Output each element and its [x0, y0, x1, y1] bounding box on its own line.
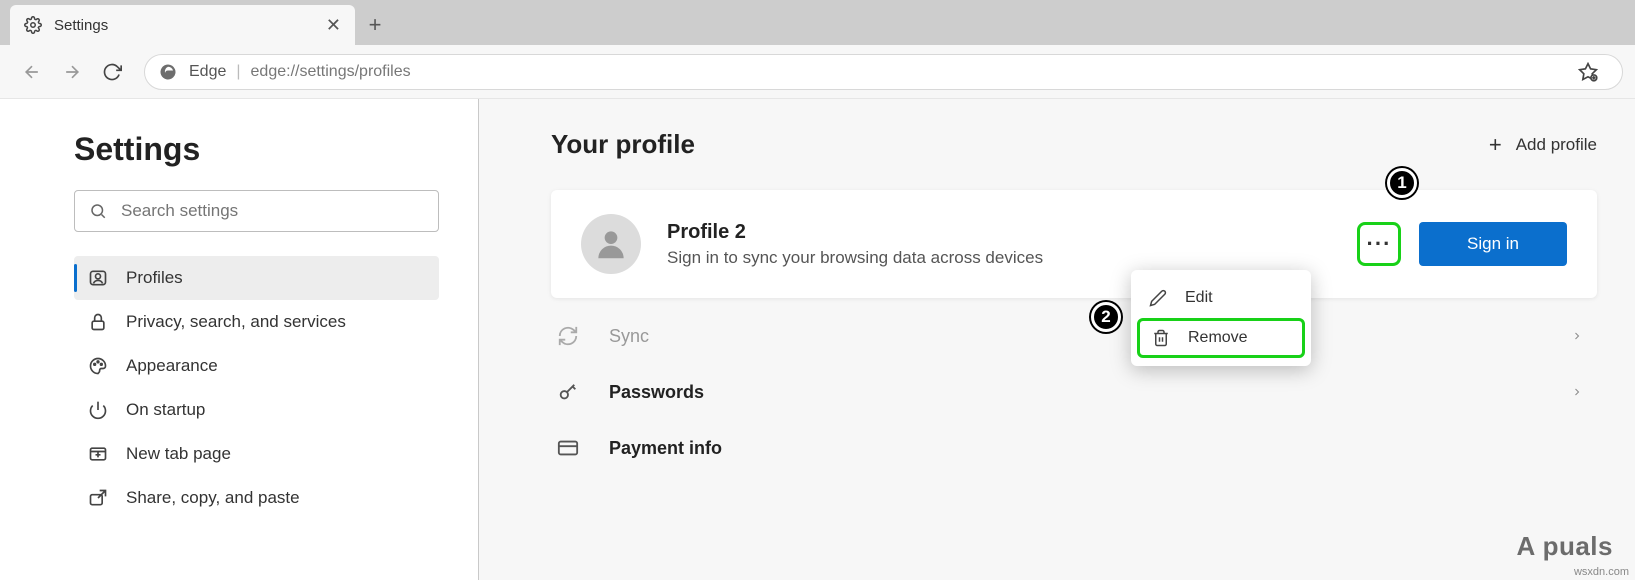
profile-context-menu: Edit Remove: [1131, 270, 1311, 366]
pencil-icon: [1149, 289, 1167, 307]
search-input[interactable]: [121, 201, 424, 221]
profile-card: Profile 2 Sign in to sync your browsing …: [551, 190, 1597, 298]
favorite-button[interactable]: [1568, 52, 1608, 92]
setting-sync-label: Sync: [609, 326, 1571, 347]
close-tab-button[interactable]: ✕: [326, 15, 341, 36]
chevron-right-icon: [1571, 330, 1583, 342]
address-url: edge://settings/profiles: [251, 63, 411, 81]
setting-payment-label: Payment info: [609, 438, 1583, 459]
chevron-right-icon: [1571, 386, 1583, 398]
sidebar-item-label: Profiles: [126, 268, 183, 288]
menu-remove-label: Remove: [1188, 329, 1248, 347]
palette-icon: [88, 356, 108, 376]
annotation-badge-1: 1: [1387, 168, 1417, 198]
add-profile-button[interactable]: + Add profile: [1489, 132, 1597, 158]
setting-passwords[interactable]: Passwords: [551, 364, 1597, 420]
sidebar-item-startup[interactable]: On startup: [74, 388, 439, 432]
lock-icon: [88, 312, 108, 332]
more-options-button[interactable]: ···: [1357, 222, 1401, 266]
page-title: Your profile: [551, 129, 695, 160]
sidebar-item-label: Privacy, search, and services: [126, 312, 346, 332]
sidebar-item-share[interactable]: Share, copy, and paste: [74, 476, 439, 520]
card-icon: [557, 437, 579, 459]
search-settings-box[interactable]: [74, 190, 439, 232]
menu-edit[interactable]: Edit: [1137, 278, 1305, 318]
main-pane: Your profile + Add profile Profile 2 Sig…: [479, 99, 1635, 580]
main-header: Your profile + Add profile: [551, 129, 1597, 160]
plus-icon: +: [1489, 132, 1502, 158]
sidebar-item-label: Share, copy, and paste: [126, 488, 300, 508]
menu-edit-label: Edit: [1185, 289, 1213, 307]
refresh-button[interactable]: [92, 52, 132, 92]
address-separator: |: [236, 63, 240, 81]
sidebar-item-label: Appearance: [126, 356, 218, 376]
search-icon: [89, 202, 107, 220]
sidebar-item-profiles[interactable]: Profiles: [74, 256, 439, 300]
settings-sidebar: Settings Profiles Privacy, search, and s…: [0, 99, 479, 580]
address-bar[interactable]: Edge | edge://settings/profiles: [144, 54, 1623, 90]
back-button[interactable]: [12, 52, 52, 92]
trash-icon: [1152, 329, 1170, 347]
sidebar-item-newtab[interactable]: New tab page: [74, 432, 439, 476]
power-icon: [88, 400, 108, 420]
new-tab-icon: [88, 444, 108, 464]
source-watermark: wsxdn.com: [1574, 566, 1629, 578]
signin-button[interactable]: Sign in: [1419, 222, 1567, 266]
profile-icon: [88, 268, 108, 288]
setting-sync[interactable]: Sync: [551, 308, 1597, 364]
sidebar-item-label: New tab page: [126, 444, 231, 464]
avatar: [581, 214, 641, 274]
new-tab-button[interactable]: +: [355, 5, 395, 45]
brand-watermark: A puals: [1517, 531, 1613, 562]
tab-strip: Settings ✕ +: [0, 0, 1635, 45]
key-icon: [557, 381, 579, 403]
profile-subtext: Sign in to sync your browsing data acros…: [667, 248, 1357, 268]
sidebar-item-appearance[interactable]: Appearance: [74, 344, 439, 388]
gear-icon: [24, 16, 42, 34]
add-profile-label: Add profile: [1516, 135, 1597, 155]
setting-payment[interactable]: Payment info: [551, 420, 1597, 476]
sidebar-item-privacy[interactable]: Privacy, search, and services: [74, 300, 439, 344]
menu-remove[interactable]: Remove: [1137, 318, 1305, 358]
sidebar-item-label: On startup: [126, 400, 205, 420]
setting-passwords-label: Passwords: [609, 382, 1571, 403]
content-area: Settings Profiles Privacy, search, and s…: [0, 99, 1635, 580]
profile-name: Profile 2: [667, 221, 1357, 244]
profile-text: Profile 2 Sign in to sync your browsing …: [667, 221, 1357, 268]
browser-tab[interactable]: Settings ✕: [10, 5, 355, 45]
sidebar-title: Settings: [74, 131, 430, 168]
share-icon: [88, 488, 108, 508]
sync-icon: [557, 325, 579, 347]
toolbar: Edge | edge://settings/profiles: [0, 45, 1635, 99]
edge-logo-icon: [159, 63, 177, 81]
tab-title: Settings: [54, 17, 326, 34]
address-app-name: Edge: [189, 63, 226, 81]
annotation-badge-2: 2: [1091, 302, 1121, 332]
forward-button[interactable]: [52, 52, 92, 92]
